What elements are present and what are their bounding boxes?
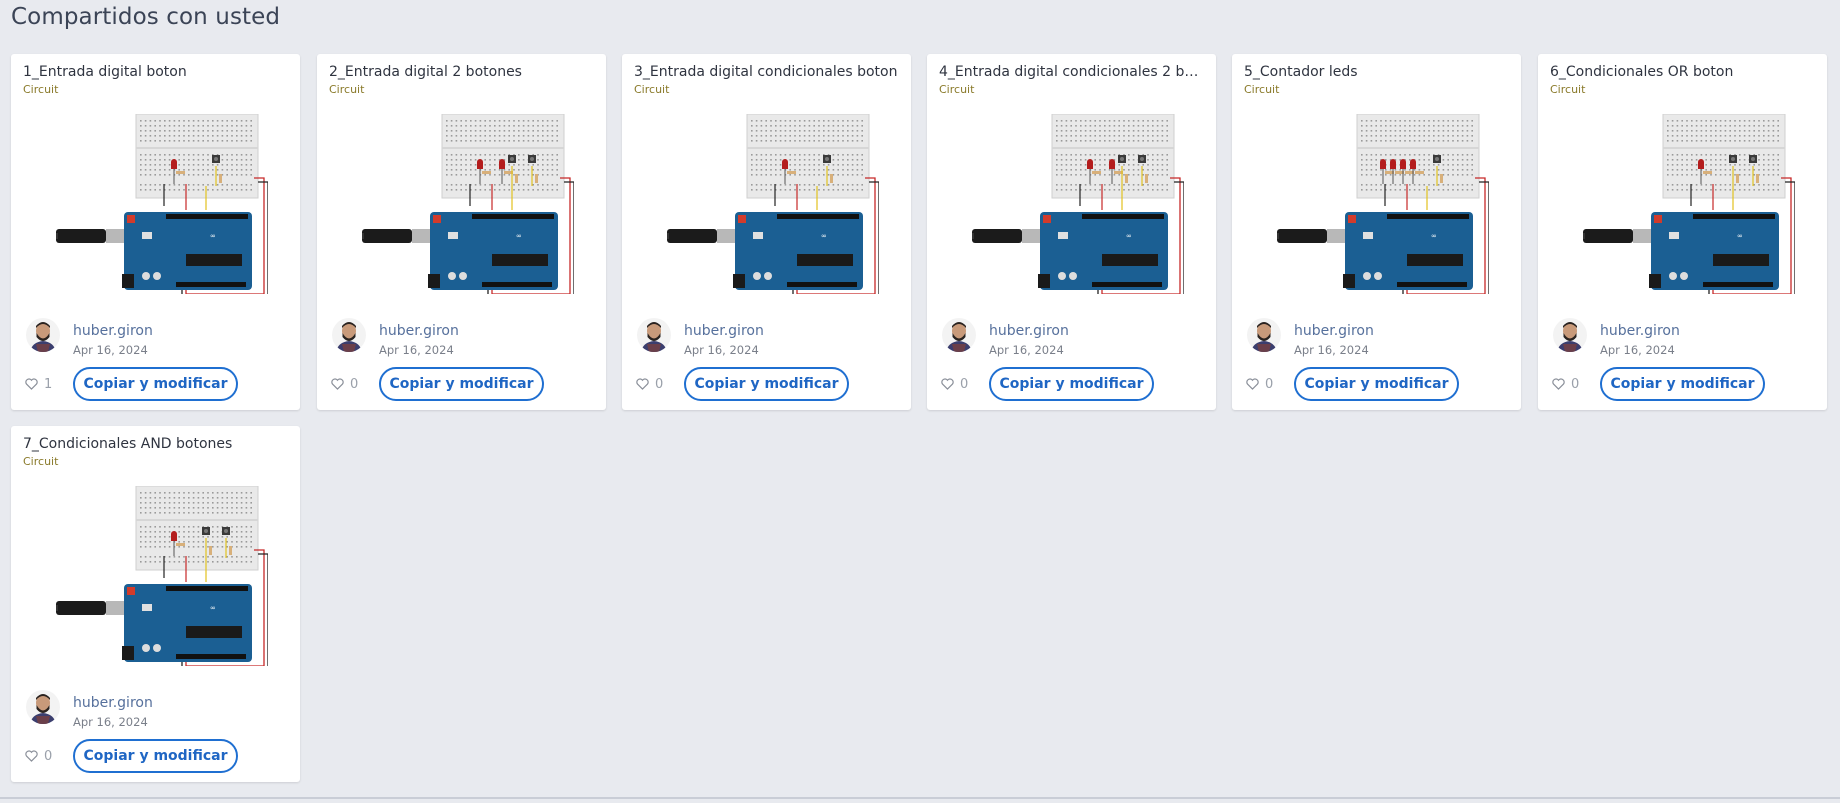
- like-button[interactable]: 0: [1552, 375, 1579, 393]
- like-button[interactable]: 0: [25, 747, 52, 765]
- author-avatar[interactable]: [637, 318, 671, 352]
- author-avatar[interactable]: [332, 318, 366, 352]
- circuit-thumbnail[interactable]: ∞: [1583, 114, 1795, 294]
- author-avatar[interactable]: [1247, 318, 1281, 352]
- user-avatar-icon: [336, 322, 362, 352]
- design-title[interactable]: 3_Entrada digital condicionales boton: [634, 64, 900, 80]
- design-title[interactable]: 4_Entrada digital condicionales 2 boto..…: [939, 64, 1205, 80]
- author-name[interactable]: huber.giron: [73, 695, 153, 711]
- svg-text:∞: ∞: [210, 604, 216, 612]
- design-type-label: Circuit: [1244, 83, 1280, 96]
- svg-text:∞: ∞: [1431, 232, 1437, 240]
- svg-text:∞: ∞: [516, 232, 522, 240]
- author-name[interactable]: huber.giron: [989, 323, 1069, 339]
- like-button[interactable]: 1: [25, 375, 52, 393]
- copy-and-modify-button[interactable]: Copiar y modificar: [1294, 367, 1459, 401]
- design-title[interactable]: 2_Entrada digital 2 botones: [329, 64, 595, 80]
- design-date: Apr 16, 2024: [379, 343, 454, 357]
- svg-text:∞: ∞: [821, 232, 827, 240]
- design-card[interactable]: 4_Entrada digital condicionales 2 boto..…: [927, 54, 1216, 410]
- copy-and-modify-button[interactable]: Copiar y modificar: [379, 367, 544, 401]
- heart-icon: [1246, 378, 1259, 390]
- design-date: Apr 16, 2024: [1600, 343, 1675, 357]
- design-date: Apr 16, 2024: [73, 715, 148, 729]
- design-card[interactable]: 6_Condicionales OR boton Circuit ∞ huber.gi…: [1538, 54, 1827, 410]
- design-title[interactable]: 1_Entrada digital boton: [23, 64, 289, 80]
- copy-and-modify-button[interactable]: Copiar y modificar: [1600, 367, 1765, 401]
- design-type-label: Circuit: [634, 83, 670, 96]
- heart-icon: [331, 378, 344, 390]
- svg-text:∞: ∞: [1737, 232, 1743, 240]
- shared-designs-grid: 1_Entrada digital boton Circuit ∞ huber.gir…: [0, 0, 1840, 803]
- design-type-label: Circuit: [329, 83, 365, 96]
- circuit-thumbnail[interactable]: ∞: [56, 114, 268, 294]
- design-card[interactable]: 1_Entrada digital boton Circuit ∞ huber.gir…: [11, 54, 300, 410]
- heart-icon: [25, 750, 38, 762]
- design-type-label: Circuit: [1550, 83, 1586, 96]
- heart-icon: [25, 378, 38, 390]
- author-name[interactable]: huber.giron: [379, 323, 459, 339]
- bottom-divider: [0, 797, 1840, 799]
- design-title[interactable]: 5_Contador leds: [1244, 64, 1510, 80]
- circuit-thumbnail[interactable]: ∞: [362, 114, 574, 294]
- design-type-label: Circuit: [23, 83, 59, 96]
- circuit-thumbnail[interactable]: ∞: [667, 114, 879, 294]
- circuit-thumbnail[interactable]: ∞: [56, 486, 268, 666]
- design-date: Apr 16, 2024: [684, 343, 759, 357]
- design-type-label: Circuit: [23, 455, 59, 468]
- like-button[interactable]: 0: [331, 375, 358, 393]
- svg-text:∞: ∞: [210, 232, 216, 240]
- design-card[interactable]: 3_Entrada digital condicionales boton Cir…: [622, 54, 911, 410]
- like-button[interactable]: 0: [636, 375, 663, 393]
- user-avatar-icon: [1251, 322, 1277, 352]
- like-count: 0: [655, 376, 664, 392]
- design-date: Apr 16, 2024: [989, 343, 1064, 357]
- heart-icon: [941, 378, 954, 390]
- design-date: Apr 16, 2024: [1294, 343, 1369, 357]
- user-avatar-icon: [30, 694, 56, 724]
- user-avatar-icon: [946, 322, 972, 352]
- design-title[interactable]: 6_Condicionales OR boton: [1550, 64, 1816, 80]
- author-name[interactable]: huber.giron: [684, 323, 764, 339]
- design-card[interactable]: 7_Condicionales AND botones Circuit ∞ huber…: [11, 426, 300, 782]
- like-count: 0: [1265, 376, 1274, 392]
- like-count: 1: [44, 376, 53, 392]
- author-avatar[interactable]: [942, 318, 976, 352]
- author-name[interactable]: huber.giron: [1294, 323, 1374, 339]
- author-avatar[interactable]: [1553, 318, 1587, 352]
- svg-text:∞: ∞: [1126, 232, 1132, 240]
- design-date: Apr 16, 2024: [73, 343, 148, 357]
- design-type-label: Circuit: [939, 83, 975, 96]
- heart-icon: [636, 378, 649, 390]
- design-card[interactable]: 2_Entrada digital 2 botones Circuit ∞ huber…: [317, 54, 606, 410]
- heart-icon: [1552, 378, 1565, 390]
- circuit-thumbnail[interactable]: ∞: [972, 114, 1184, 294]
- copy-and-modify-button[interactable]: Copiar y modificar: [73, 739, 238, 773]
- copy-and-modify-button[interactable]: Copiar y modificar: [989, 367, 1154, 401]
- like-button[interactable]: 0: [1246, 375, 1273, 393]
- author-avatar[interactable]: [26, 690, 60, 724]
- like-count: 0: [350, 376, 359, 392]
- design-title[interactable]: 7_Condicionales AND botones: [23, 436, 289, 452]
- design-card[interactable]: 5_Contador leds Circuit ∞ huber.giron Apr 16…: [1232, 54, 1521, 410]
- author-name[interactable]: huber.giron: [73, 323, 153, 339]
- like-button[interactable]: 0: [941, 375, 968, 393]
- like-count: 0: [1571, 376, 1580, 392]
- like-count: 0: [960, 376, 969, 392]
- circuit-thumbnail[interactable]: ∞: [1277, 114, 1489, 294]
- author-name[interactable]: huber.giron: [1600, 323, 1680, 339]
- copy-and-modify-button[interactable]: Copiar y modificar: [684, 367, 849, 401]
- like-count: 0: [44, 748, 53, 764]
- user-avatar-icon: [641, 322, 667, 352]
- user-avatar-icon: [1557, 322, 1583, 352]
- author-avatar[interactable]: [26, 318, 60, 352]
- copy-and-modify-button[interactable]: Copiar y modificar: [73, 367, 238, 401]
- user-avatar-icon: [30, 322, 56, 352]
